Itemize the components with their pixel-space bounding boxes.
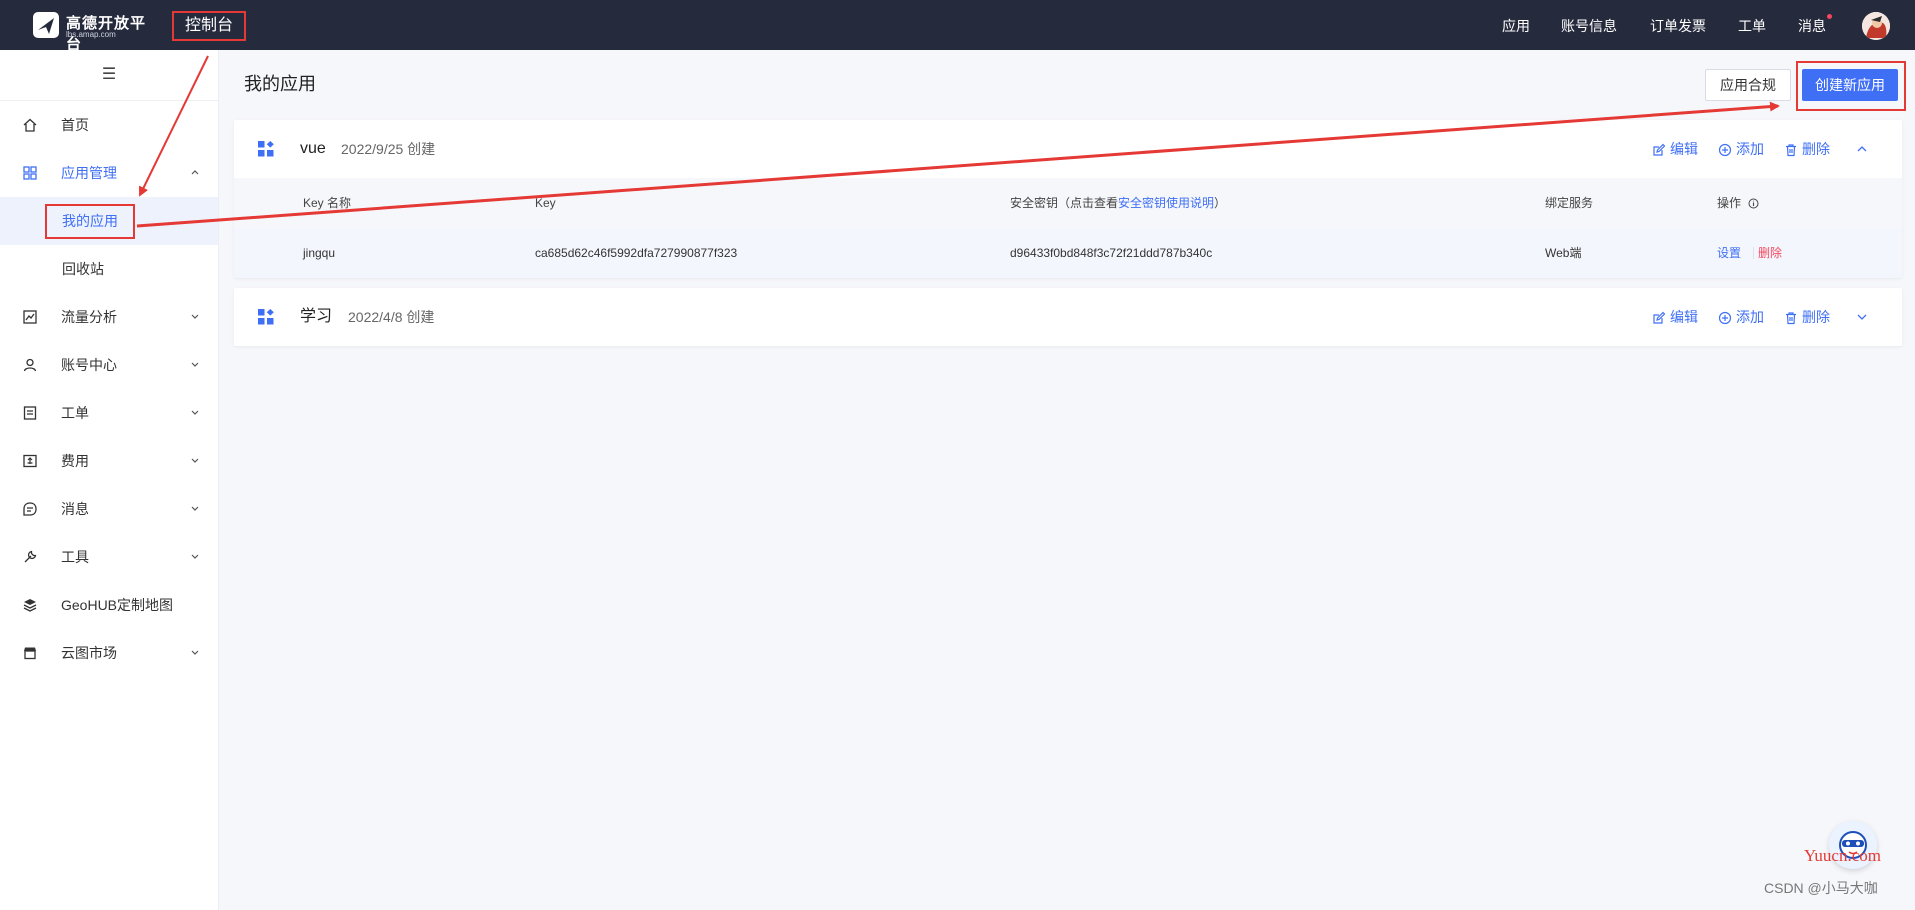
yuucn-watermark: Yuucn.com	[1804, 846, 1881, 865]
annotation-arrows	[136, 55, 1780, 228]
annotation-arrow-create	[136, 101, 1780, 228]
annotation-arrow-console	[139, 55, 209, 197]
csdn-watermark: CSDN @小马大咖	[1764, 880, 1878, 896]
